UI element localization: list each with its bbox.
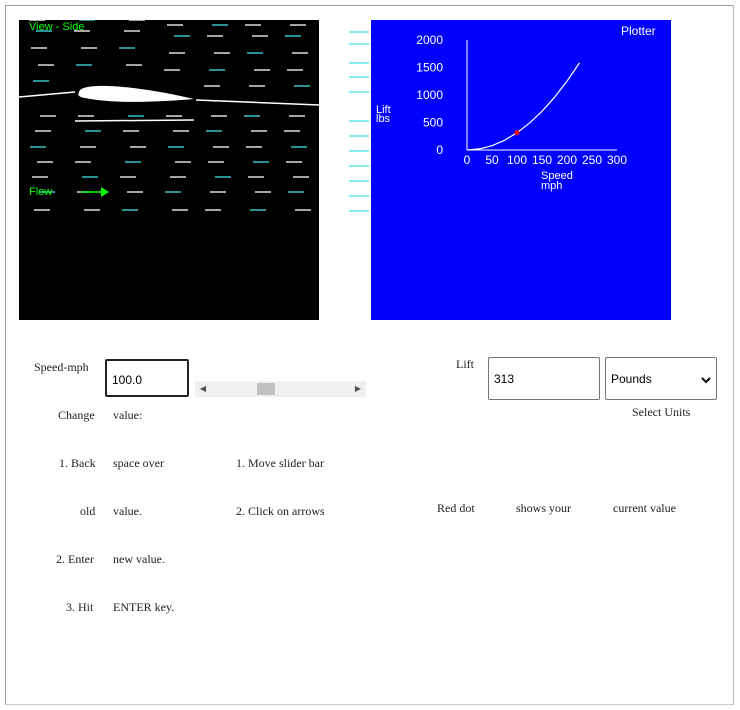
- y-tick-label: 500: [423, 116, 443, 130]
- flow-arrow-icon: [81, 187, 109, 197]
- select-units-caption: Select Units: [632, 405, 691, 419]
- x-tick-label: 300: [607, 153, 627, 167]
- note-current-value: current value: [613, 501, 676, 515]
- speed-slider[interactable]: ◀ ▶: [195, 381, 366, 397]
- lift-output-field[interactable]: 313: [488, 357, 600, 400]
- y-tick-label: 0: [436, 143, 443, 157]
- x-tick-label: 50: [485, 153, 499, 167]
- note-shows-your: shows your: [516, 501, 572, 515]
- slider-left-arrow-icon[interactable]: ◀: [195, 381, 211, 397]
- note-red-dot: Red dot: [437, 501, 475, 515]
- units-select[interactable]: Pounds: [605, 357, 717, 400]
- instr-alt-slider: 1. Move slider bar: [236, 456, 324, 470]
- instr-value: value:: [113, 408, 143, 422]
- y-tick-label: 1000: [416, 88, 443, 102]
- units-selected-value: Pounds: [611, 372, 652, 386]
- y-tick-label: 1500: [416, 61, 443, 75]
- speed-label: Speed-mph: [34, 360, 89, 374]
- instr-alt-arrows: 2. Click on arrows: [236, 504, 325, 518]
- x-tick-label: 250: [582, 153, 602, 167]
- instr-step1-d: value.: [113, 504, 142, 518]
- instr-step1-b: space over: [113, 456, 164, 470]
- x-tick-label: 150: [532, 153, 552, 167]
- side-view-canvas: View - Side Flow: [18, 19, 320, 211]
- slider-thumb[interactable]: [256, 383, 275, 395]
- airfoil-shape: [78, 85, 194, 102]
- flow-streamlines: [29, 19, 311, 211]
- plotter-chart: Plotter Lift lbs Speed mph 2000150010005…: [376, 24, 656, 192]
- slider-right-arrow-icon[interactable]: ▶: [350, 381, 366, 397]
- side-view-panel: View - Side Flow: [18, 19, 320, 320]
- instr-step2-b: new value.: [113, 552, 165, 566]
- lift-curve: [466, 62, 580, 151]
- instr-step2-a: 2. Enter: [56, 552, 94, 566]
- current-value-dot: [514, 130, 520, 136]
- instr-step1-a: 1. Back: [59, 456, 96, 470]
- lift-label: Lift: [456, 357, 474, 371]
- y-tick-label: 2000: [416, 33, 443, 47]
- plotter-panel: Plotter Lift lbs Speed mph 2000 1500 1000 5…: [371, 20, 671, 320]
- y-axis-label-line2: lbs: [376, 113, 391, 125]
- instr-change: Change: [58, 408, 95, 422]
- x-axis-label-line2: mph: [541, 180, 562, 192]
- flow-streamlines-outside: [349, 31, 369, 212]
- x-tick-label: 100: [507, 153, 527, 167]
- instr-step3-b: ENTER key.: [113, 600, 175, 614]
- plotter-title: Plotter: [621, 24, 656, 38]
- speed-input[interactable]: 100.0: [105, 359, 189, 397]
- chevron-down-icon: [701, 358, 711, 401]
- x-tick-label: 200: [557, 153, 577, 167]
- flow-label: Flow: [29, 186, 52, 198]
- instr-step1-c: old: [80, 504, 96, 518]
- x-tick-label: 0: [464, 153, 471, 167]
- instr-step3-a: 3. Hit: [66, 600, 94, 614]
- view-title: View - Side: [29, 21, 84, 33]
